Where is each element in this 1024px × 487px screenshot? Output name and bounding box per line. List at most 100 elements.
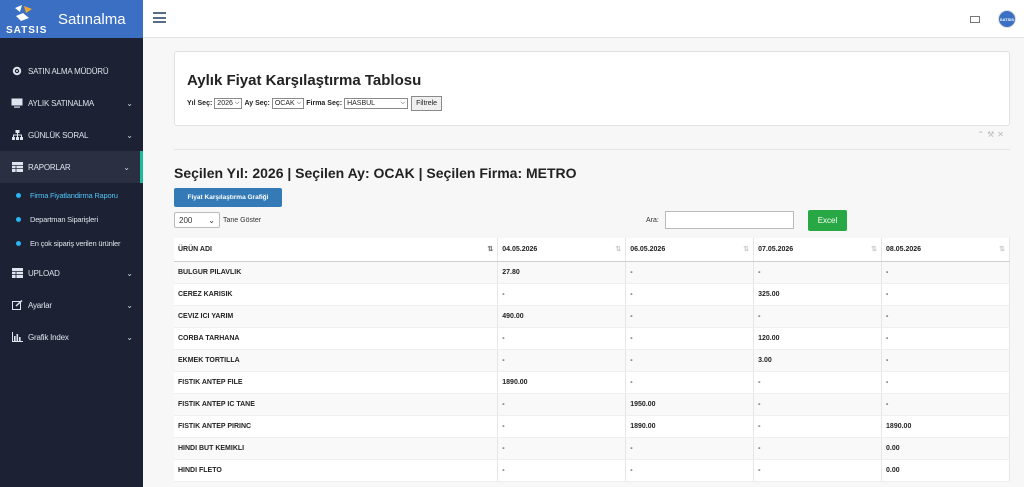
table-length-control: 200 ⌄ Tane Göster xyxy=(174,212,261,228)
panel-tools: ⌃⚒✕ xyxy=(977,130,1007,139)
price-cell: 325.00 xyxy=(753,283,883,306)
table-row: HINDI FLETO - - -0.00 xyxy=(174,459,1010,482)
table-row: HINDI BUT KEMIKLI - - -0.00 xyxy=(174,437,1010,460)
edit-icon xyxy=(10,299,24,311)
product-name-cell: BULGUR PILAVLIK xyxy=(174,261,499,284)
price-cell: - xyxy=(625,327,755,350)
chevron-down-icon: ⌄ xyxy=(123,162,130,172)
price-cell: - xyxy=(497,349,627,372)
price-cell: 1890.00 xyxy=(497,371,627,394)
sitemap-icon xyxy=(10,129,24,141)
price-cell: - xyxy=(625,459,755,482)
price-cell: - xyxy=(497,415,627,438)
search-input[interactable] xyxy=(664,211,794,229)
table-row: CEREZ KARISIK - -325.00- xyxy=(174,283,1010,306)
price-cell: - xyxy=(753,415,883,438)
wrench-icon[interactable]: ⚒ xyxy=(987,130,997,139)
month-select-value: OCAK xyxy=(274,100,295,107)
sort-icon[interactable]: ⇅ xyxy=(487,245,493,253)
mail-icon[interactable] xyxy=(970,16,980,23)
product-name-cell: EKMEK TORTILLA xyxy=(174,349,499,372)
firm-select[interactable]: HASBUL ⌵ xyxy=(344,98,409,109)
price-cell: - xyxy=(881,261,1010,284)
table-row: FISTIK ANTEP IC TANE -1950.00- - xyxy=(174,393,1010,416)
price-cell: 3.00 xyxy=(753,349,883,372)
submenu-item-firma-fiyatlandirma[interactable]: Firma Fiyatlandirma Raporu xyxy=(0,183,143,207)
brand-header[interactable]: SATSIS Satınalma xyxy=(0,0,143,38)
product-name-cell: HINDI BUT KEMIKLI xyxy=(174,437,499,460)
table-header-row: ÜRÜN ADI ⇅ 04.05.2026 ⇅ 06.05.2026 ⇅ 07.05.… xyxy=(174,238,1010,262)
submenu-item-departman-siparisleri[interactable]: Departman Siparişleri xyxy=(0,207,143,231)
excel-export-button[interactable]: Excel xyxy=(808,210,847,231)
filter-panel: Aylık Fiyat Karşılaştırma Tablosu Yıl Se… xyxy=(174,51,1010,126)
price-cell: - xyxy=(497,459,627,482)
price-cell: 490.00 xyxy=(497,305,627,328)
chevron-down-icon: ⌄ xyxy=(208,215,215,225)
firm-label: Firma Seç: xyxy=(306,100,343,107)
page-length-value: 200 xyxy=(179,215,193,225)
price-cell: 1890.00 xyxy=(881,415,1010,438)
column-header-urun-adi[interactable]: ÜRÜN ADI ⇅ xyxy=(174,238,499,262)
collapse-icon[interactable]: ⌃ xyxy=(977,130,987,139)
column-header-date-1[interactable]: 04.05.2026 ⇅ xyxy=(497,238,627,262)
table-row: CEVIZ ICI YARIM 490.00- - - xyxy=(174,305,1010,328)
price-cell: - xyxy=(625,283,755,306)
submenu-item-label: Departman Siparişleri xyxy=(30,214,98,224)
filter-row: Yıl Seç: 2026 ⌵ Ay Seç: OCAK ⌵ Firma Seç: … xyxy=(187,96,443,111)
table-search: Ara: xyxy=(646,211,794,229)
hamburger-menu-icon[interactable] xyxy=(153,12,166,23)
filter-button[interactable]: Filtrele xyxy=(411,96,443,111)
gear-icon xyxy=(10,65,24,77)
sidebar-item-ayarlar[interactable]: Ayarlar ⌄ xyxy=(0,289,143,321)
submenu-item-en-cok-siparis[interactable]: En çok sipariş verilen ürünler xyxy=(0,231,143,255)
sort-icon[interactable]: ⇅ xyxy=(999,245,1005,253)
price-cell: - xyxy=(497,393,627,416)
sidebar-item-aylik-satinalma[interactable]: AYLIK SATINALMA ⌄ xyxy=(0,87,143,119)
sidebar-item-label: RAPORLAR xyxy=(28,162,71,172)
sidebar-item-grafik-index[interactable]: Grafik Index ⌄ xyxy=(0,321,143,353)
topbar: SATSIS xyxy=(143,0,1024,38)
year-label: Yıl Seç: xyxy=(187,100,213,107)
price-cell: - xyxy=(753,459,883,482)
sidebar-item-satin-alma-muduru[interactable]: SATIN ALMA MÜDÜRÜ xyxy=(0,55,143,87)
price-cell: - xyxy=(625,261,755,284)
year-select[interactable]: 2026 ⌵ xyxy=(214,98,243,109)
sort-icon[interactable]: ⇅ xyxy=(615,245,621,253)
chevron-down-icon: ⌄ xyxy=(126,268,133,278)
price-cell: - xyxy=(753,393,883,416)
sidebar-item-raporlar[interactable]: RAPORLAR ⌄ xyxy=(0,151,143,183)
product-name-cell: FISTIK ANTEP FILE xyxy=(174,371,499,394)
year-select-value: 2026 xyxy=(217,100,233,107)
logo-text: SATSIS xyxy=(6,25,48,36)
product-name-cell: HINDI FLETO xyxy=(174,459,499,482)
close-icon[interactable]: ✕ xyxy=(997,130,1007,139)
price-cell: 1950.00 xyxy=(625,393,755,416)
page-length-select[interactable]: 200 ⌄ xyxy=(174,212,220,228)
month-select[interactable]: OCAK ⌵ xyxy=(271,98,305,109)
chevron-down-icon: ⌵ xyxy=(400,100,406,106)
table-row: EKMEK TORTILLA - -3.00- xyxy=(174,349,1010,372)
sidebar-item-gunluk-soral[interactable]: GÜNLÜK SORAL ⌄ xyxy=(0,119,143,151)
price-comparison-chart-button[interactable]: Fiyat Karşılaştırma Grafiği xyxy=(174,188,282,207)
sort-icon[interactable]: ⇅ xyxy=(743,245,749,253)
column-header-date-3[interactable]: 07.05.2026 ⇅ xyxy=(753,238,883,262)
sidebar: SATSIS Satınalma SATIN ALMA MÜDÜRÜ AYLIK… xyxy=(0,0,143,487)
price-cell: - xyxy=(881,349,1010,372)
price-cell: - xyxy=(625,371,755,394)
column-header-label: 06.05.2026 xyxy=(630,245,666,253)
sort-icon[interactable]: ⇅ xyxy=(871,245,877,253)
sidebar-item-label: UPLOAD xyxy=(28,268,60,278)
price-cell: - xyxy=(881,305,1010,328)
sidebar-item-label: Ayarlar xyxy=(28,300,52,310)
logo-shape-icon xyxy=(15,5,32,21)
table-icon xyxy=(10,161,24,173)
bullet-icon xyxy=(16,216,21,222)
bullet-icon xyxy=(16,240,21,246)
submenu-item-label: Firma Fiyatlandirma Raporu xyxy=(30,190,118,200)
price-cell: - xyxy=(753,261,883,284)
sidebar-item-upload[interactable]: UPLOAD ⌄ xyxy=(0,257,143,289)
column-header-date-4[interactable]: 08.05.2026 ⇅ xyxy=(881,238,1010,262)
column-header-date-2[interactable]: 06.05.2026 ⇅ xyxy=(625,238,755,262)
price-cell: - xyxy=(881,283,1010,306)
avatar[interactable]: SATSIS xyxy=(998,10,1016,28)
